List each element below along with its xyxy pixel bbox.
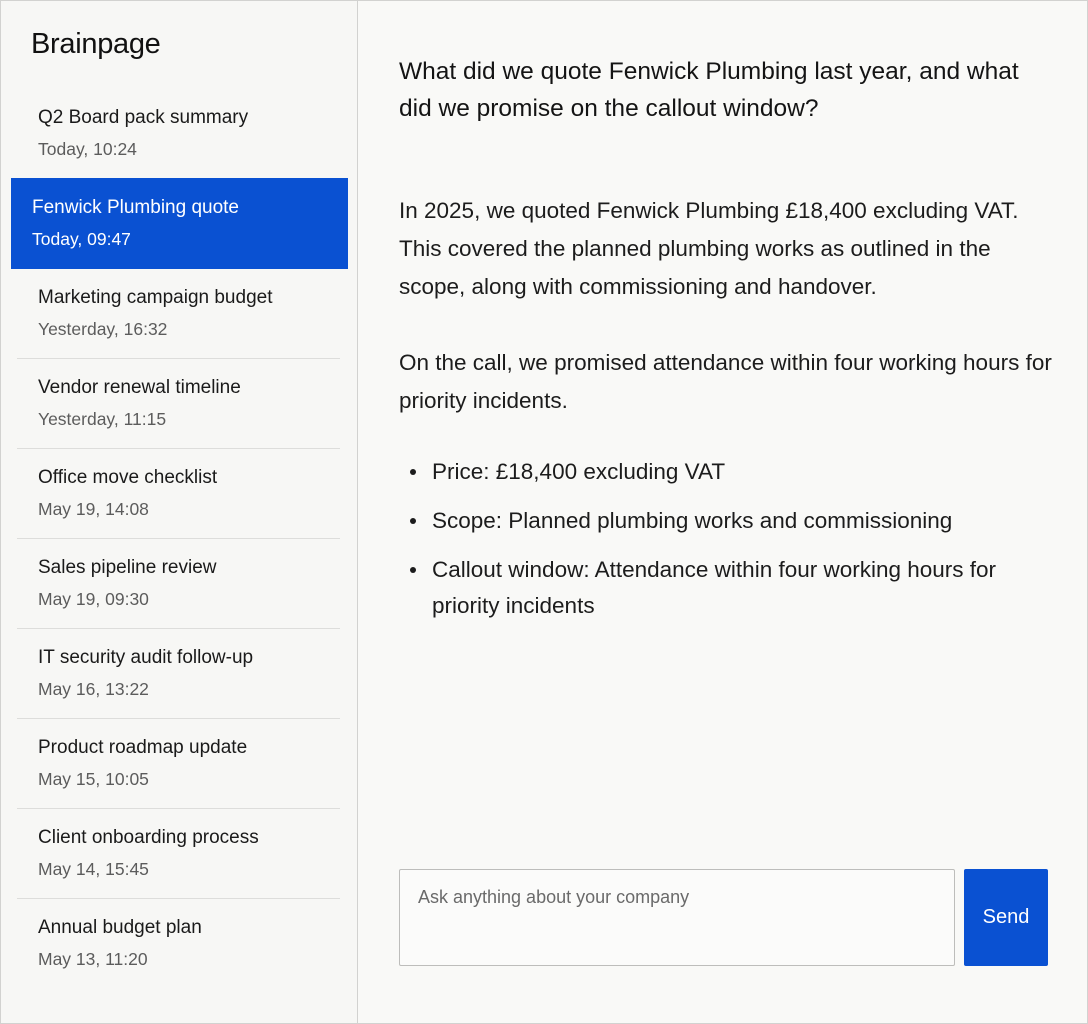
conversation-item[interactable]: Marketing campaign budget Yesterday, 16:… — [17, 269, 340, 359]
answer-bullet: Callout window: Attendance within four w… — [399, 552, 1019, 624]
assistant-answer: In 2025, we quoted Fenwick Plumbing £18,… — [399, 192, 1059, 637]
message-composer — [399, 869, 955, 966]
conversation-item[interactable]: Office move checklist May 19, 14:08 — [17, 449, 340, 539]
conversation-item[interactable]: Vendor renewal timeline Yesterday, 11:15 — [17, 359, 340, 449]
conversation-title: IT security audit follow-up — [38, 647, 254, 668]
conversation-time: Yesterday, 16:32 — [38, 319, 168, 339]
conversation-title: Office move checklist — [38, 467, 218, 488]
conversation-time: Today, 10:24 — [38, 139, 137, 159]
user-question: What did we quote Fenwick Plumbing last … — [399, 58, 1019, 122]
conversation-list: Q2 Board pack summary Today, 10:24 Fenwi… — [11, 89, 348, 989]
conversation-item[interactable]: IT security audit follow-up May 16, 13:2… — [17, 629, 340, 719]
answer-bullet: Scope: Planned plumbing works and commis… — [399, 503, 1019, 539]
conversation-title: Product roadmap update — [38, 737, 248, 758]
conversation-item-active[interactable]: Fenwick Plumbing quote Today, 09:47 — [11, 178, 348, 269]
conversation-time: Today, 09:47 — [32, 229, 131, 249]
sidebar: Brainpage Q2 Board pack summary Today, 1… — [1, 1, 358, 1023]
conversation-time: May 16, 13:22 — [38, 679, 149, 699]
conversation-title: Client onboarding process — [38, 827, 259, 848]
conversation-title: Annual budget plan — [38, 917, 202, 938]
conversation-item[interactable]: Client onboarding process May 14, 15:45 — [17, 809, 340, 899]
app-window: Brainpage Q2 Board pack summary Today, 1… — [0, 0, 1088, 1024]
answer-bullet-list: Price: £18,400 excluding VAT Scope: Plan… — [399, 454, 1059, 624]
conversation-time: May 19, 14:08 — [38, 499, 149, 519]
chat-panel: What did we quote Fenwick Plumbing last … — [358, 1, 1087, 1023]
conversation-time: May 15, 10:05 — [38, 769, 149, 789]
conversation-time: May 14, 15:45 — [38, 859, 149, 879]
conversation-item[interactable]: Sales pipeline review May 19, 09:30 — [17, 539, 340, 629]
conversation-item[interactable]: Product roadmap update May 15, 10:05 — [17, 719, 340, 809]
send-button[interactable]: Send — [964, 869, 1048, 966]
conversation-item[interactable]: Q2 Board pack summary Today, 10:24 — [17, 89, 340, 179]
conversation-title: Marketing campaign budget — [38, 287, 273, 308]
conversation-time: May 13, 11:20 — [38, 949, 148, 969]
conversation-time: May 19, 09:30 — [38, 589, 149, 609]
message-input[interactable] — [400, 870, 954, 965]
conversation-title: Q2 Board pack summary — [38, 107, 249, 128]
conversation-title: Vendor renewal timeline — [38, 377, 241, 398]
conversation-time: Yesterday, 11:15 — [38, 409, 167, 429]
conversation-item[interactable]: Annual budget plan May 13, 11:20 — [17, 899, 340, 989]
conversation-title: Sales pipeline review — [38, 557, 217, 578]
brand-logo: Brainpage — [31, 28, 161, 60]
answer-paragraph: In 2025, we quoted Fenwick Plumbing £18,… — [399, 198, 1019, 299]
answer-paragraph: On the call, we promised attendance with… — [399, 350, 1052, 413]
answer-bullet: Price: £18,400 excluding VAT — [399, 454, 1019, 490]
conversation-title: Fenwick Plumbing quote — [32, 197, 239, 218]
